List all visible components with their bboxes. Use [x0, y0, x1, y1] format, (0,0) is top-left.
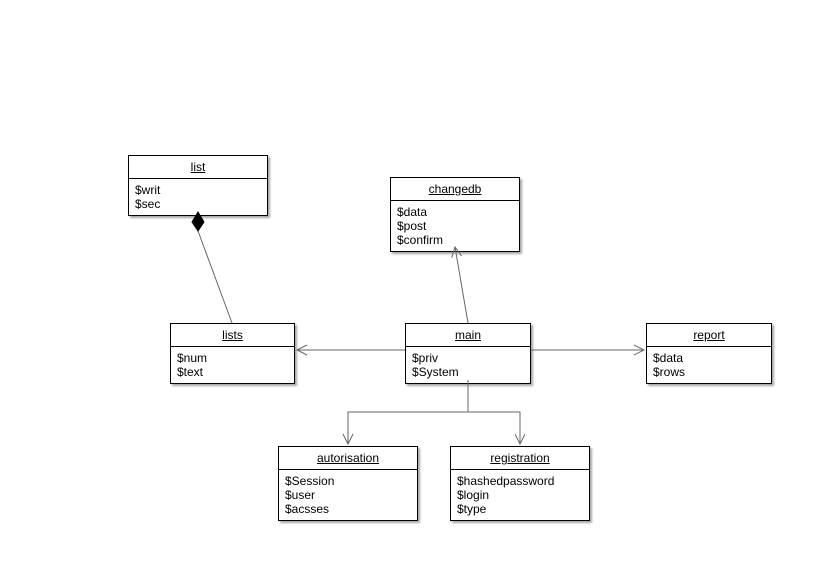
class-title: list: [129, 156, 267, 179]
class-attrs: $data $rows: [647, 347, 771, 383]
class-attrs: $writ $sec: [129, 179, 267, 215]
attr: $user: [285, 488, 411, 502]
attr: $rows: [653, 365, 765, 379]
class-attrs: $Session $user $acsses: [279, 470, 417, 520]
attr: $confirm: [397, 233, 513, 247]
class-title: autorisation: [279, 447, 417, 470]
class-main: main $priv $System: [405, 323, 531, 384]
attr: $sec: [135, 197, 261, 211]
class-attrs: $num $text: [171, 347, 294, 383]
attr: $post: [397, 219, 513, 233]
class-attrs: $data $post $confirm: [391, 201, 519, 251]
class-changedb: changedb $data $post $confirm: [390, 177, 520, 252]
attr: $data: [397, 205, 513, 219]
edge-lists-to-list: [192, 212, 232, 323]
edge-main-to-changedb: [455, 247, 468, 323]
class-registration: registration $hashedpassword $login $typ…: [450, 446, 590, 521]
attr: $System: [412, 365, 524, 379]
edge-main-to-registration: [468, 380, 520, 444]
class-title: lists: [171, 324, 294, 347]
attr: $login: [457, 488, 583, 502]
class-title: changedb: [391, 178, 519, 201]
attr: $type: [457, 502, 583, 516]
attr: $priv: [412, 351, 524, 365]
edge-main-to-autorisation: [348, 380, 468, 444]
attr: $acsses: [285, 502, 411, 516]
class-list: list $writ $sec: [128, 155, 268, 216]
class-report: report $data $rows: [646, 323, 772, 384]
class-lists: lists $num $text: [170, 323, 295, 384]
attr: $text: [177, 365, 288, 379]
class-title: report: [647, 324, 771, 347]
attr: $hashedpassword: [457, 474, 583, 488]
attr: $writ: [135, 183, 261, 197]
class-autorisation: autorisation $Session $user $acsses: [278, 446, 418, 521]
attr: $Session: [285, 474, 411, 488]
attr: $data: [653, 351, 765, 365]
class-attrs: $priv $System: [406, 347, 530, 383]
attr: $num: [177, 351, 288, 365]
class-title: registration: [451, 447, 589, 470]
class-title: main: [406, 324, 530, 347]
class-attrs: $hashedpassword $login $type: [451, 470, 589, 520]
